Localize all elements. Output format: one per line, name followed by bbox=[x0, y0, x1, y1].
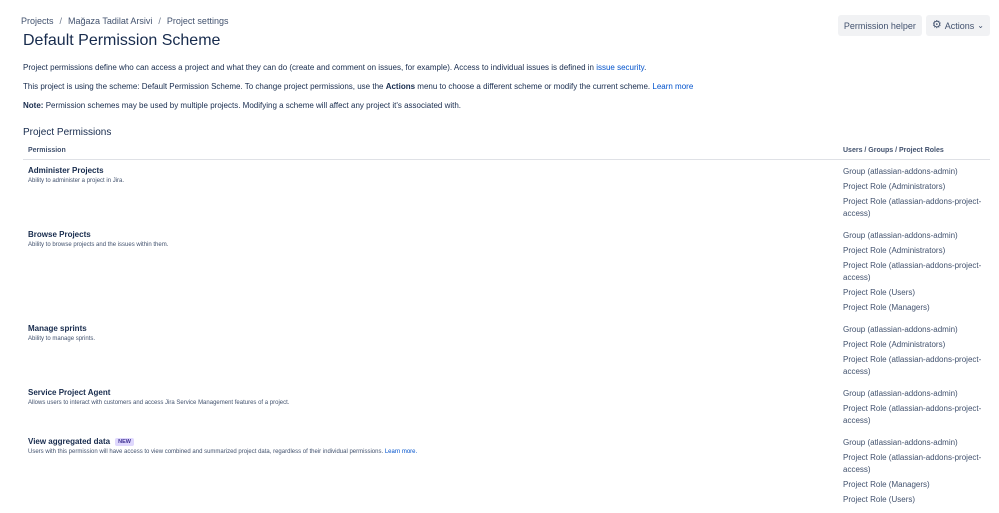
permission-description: Ability to manage sprints. bbox=[28, 336, 96, 342]
permission-name: Administer Projects bbox=[28, 166, 104, 175]
note-label: Note: bbox=[23, 101, 44, 110]
page-title: Default Permission Scheme bbox=[23, 32, 221, 49]
description-access: Project permissions define who can acces… bbox=[23, 63, 646, 72]
column-header-users: Users / Groups / Project Roles bbox=[843, 147, 944, 154]
role-entry: Project Role (Managers) bbox=[843, 480, 930, 489]
breadcrumb-project-link[interactable]: Mağaza Tadilat Arsivi bbox=[68, 16, 152, 26]
permission-roles: Group (atlassian-addons-admin) Project R… bbox=[843, 437, 993, 509]
permission-name: View aggregated data NEW bbox=[28, 437, 134, 446]
role-entry: Project Role (atlassian-addons-project-a… bbox=[843, 355, 982, 376]
breadcrumb-separator: / bbox=[158, 16, 161, 26]
permission-roles: Group (atlassian-addons-admin) Project R… bbox=[843, 166, 993, 223]
new-badge: NEW bbox=[115, 437, 134, 446]
role-entry: Group (atlassian-addons-admin) bbox=[843, 325, 958, 334]
permission-name: Service Project Agent bbox=[28, 388, 110, 397]
role-entry: Project Role (Administrators) bbox=[843, 246, 946, 255]
role-entry: Group (atlassian-addons-admin) bbox=[843, 231, 958, 240]
actions-menu-label: Actions bbox=[944, 20, 975, 31]
permission-name: Manage sprints bbox=[28, 324, 87, 333]
description-text: This project is using the scheme: Defaul… bbox=[23, 82, 384, 91]
learn-more-link[interactable]: Learn more. bbox=[385, 449, 417, 455]
role-entry: Project Role (Users) bbox=[843, 495, 916, 504]
note-text: Permission schemes may be used by multip… bbox=[45, 101, 462, 110]
permission-description: Ability to administer a project in Jira. bbox=[28, 178, 125, 184]
permission-description-text: Users with this permission will have acc… bbox=[28, 449, 384, 455]
breadcrumb-projects-link[interactable]: Projects bbox=[21, 16, 54, 26]
description-note: Note: Permission schemes may be used by … bbox=[23, 101, 461, 110]
permission-name-text: View aggregated data bbox=[28, 437, 111, 446]
permission-description: Allows users to interact with customers … bbox=[28, 400, 290, 406]
permission-roles: Group (atlassian-addons-admin) Project R… bbox=[843, 388, 993, 430]
actions-menu-button[interactable]: ⚙ Actions ⌄ bbox=[925, 15, 990, 36]
role-entry: Project Role (Managers) bbox=[843, 303, 930, 312]
top-actions: Permission helper ⚙ Actions ⌄ bbox=[837, 15, 990, 36]
permission-roles: Group (atlassian-addons-admin) Project R… bbox=[843, 324, 993, 381]
breadcrumb-separator: / bbox=[59, 16, 63, 26]
description-text: Project permissions define who can acces… bbox=[23, 63, 594, 72]
role-entry: Project Role (Users) bbox=[843, 288, 916, 297]
role-entry: Project Role (Administrators) bbox=[843, 340, 946, 349]
role-entry: Group (atlassian-addons-admin) bbox=[843, 389, 958, 398]
permission-name-text: Administer Projects bbox=[28, 166, 104, 175]
section-title: Project Permissions bbox=[23, 127, 112, 138]
permission-description: Users with this permission will have acc… bbox=[28, 449, 417, 455]
breadcrumb-settings-link[interactable]: Project settings bbox=[167, 16, 229, 26]
table-header: Permission Users / Groups / Project Role… bbox=[23, 143, 990, 160]
permission-helper-button[interactable]: Permission helper bbox=[837, 15, 922, 36]
permission-name: Browse Projects bbox=[28, 230, 91, 239]
permission-name-text: Browse Projects bbox=[28, 230, 91, 239]
role-entry: Group (atlassian-addons-admin) bbox=[843, 167, 958, 176]
description-period: . bbox=[644, 63, 647, 72]
role-entry: Project Role (atlassian-addons-project-a… bbox=[843, 261, 982, 282]
permission-name-text: Service Project Agent bbox=[28, 388, 111, 397]
description-text: menu to choose a different scheme or mod… bbox=[417, 82, 651, 91]
gear-icon: ⚙ bbox=[931, 19, 942, 31]
role-entry: Project Role (Administrators) bbox=[843, 182, 946, 191]
role-entry: Project Role (atlassian-addons-project-a… bbox=[843, 197, 982, 218]
role-entry: Project Role (atlassian-addons-project-a… bbox=[843, 404, 982, 425]
permission-description: Ability to browse projects and the issue… bbox=[28, 242, 169, 248]
breadcrumb: Projects / Mağaza Tadilat Arsivi / Proje… bbox=[21, 16, 228, 26]
issue-security-link[interactable]: issue security bbox=[596, 63, 644, 72]
permission-roles: Group (atlassian-addons-admin) Project R… bbox=[843, 230, 993, 317]
chevron-down-icon: ⌄ bbox=[977, 21, 984, 30]
role-entry: Project Role (atlassian-addons-project-a… bbox=[843, 453, 982, 474]
role-entry: Group (atlassian-addons-admin) bbox=[843, 438, 958, 447]
description-actions-emphasis: Actions bbox=[385, 82, 416, 91]
learn-more-link[interactable]: Learn more bbox=[652, 82, 693, 91]
description-scheme: This project is using the scheme: Defaul… bbox=[23, 82, 693, 91]
column-header-permission: Permission bbox=[28, 147, 66, 154]
permission-name-text: Manage sprints bbox=[28, 324, 87, 333]
